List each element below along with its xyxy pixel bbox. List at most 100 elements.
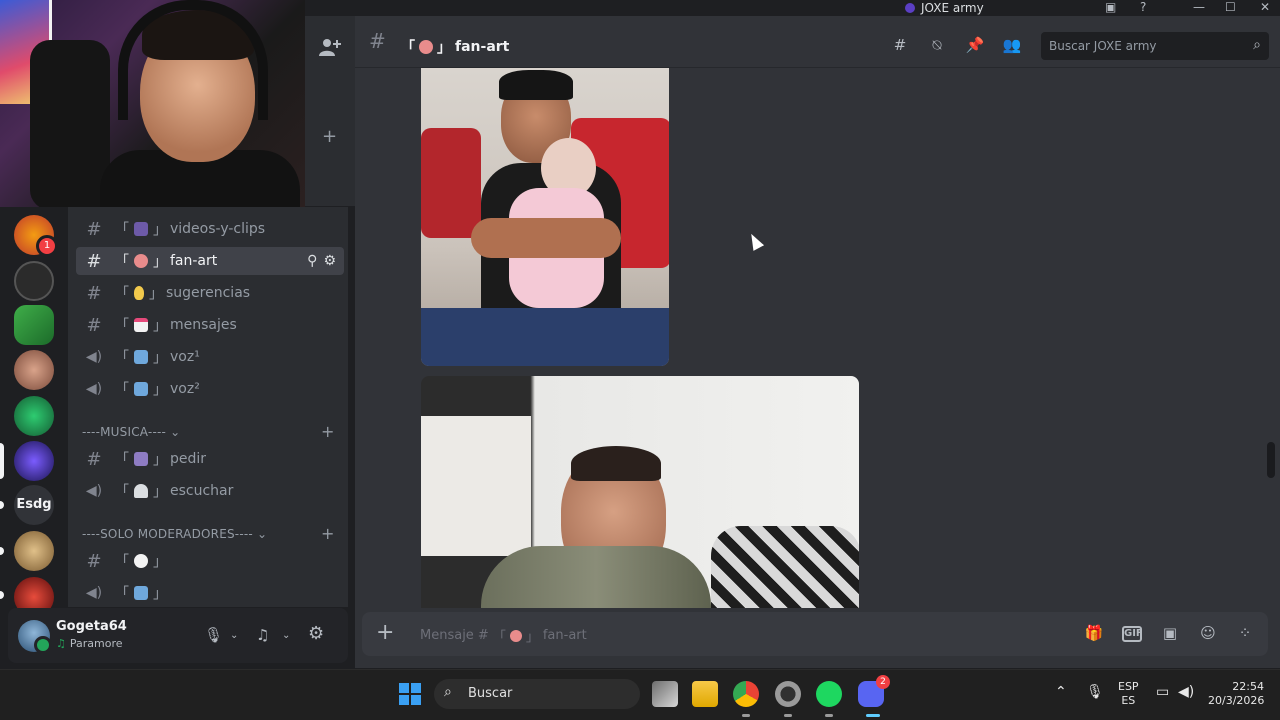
settings-gear-icon[interactable]: ⚙ bbox=[323, 253, 336, 269]
screen: JOXE army ▣ ? — ☐ ✕ + 1 Esdg # 「 」 video… bbox=[0, 0, 1280, 720]
inbox-icon[interactable]: ▣ bbox=[1105, 0, 1116, 14]
palette-icon bbox=[134, 254, 148, 268]
apps-icon[interactable]: ⁘ bbox=[1235, 624, 1255, 644]
channel-title: 「 」 fan-art bbox=[401, 39, 510, 56]
discord-icon[interactable]: 2 bbox=[858, 675, 890, 707]
windows-taskbar: ⌕ Buscar 2 ⌃ 🎙 ESP ES ▭ ◀) 22:54 20/3/20… bbox=[0, 669, 1280, 720]
task-view-icon[interactable] bbox=[652, 681, 678, 707]
upload-plus-icon[interactable]: + bbox=[376, 620, 394, 645]
discord-badge: 2 bbox=[876, 675, 890, 689]
category-solo-moderadores[interactable]: ----SOLO MODERADORES---- ⌄ bbox=[82, 527, 267, 541]
scrollbar[interactable] bbox=[1267, 442, 1275, 478]
settings-gear-icon[interactable]: ⚙ bbox=[308, 623, 324, 644]
server-rail: 1 Esdg bbox=[0, 207, 68, 617]
mouse-cursor bbox=[745, 231, 765, 251]
add-channel-icon[interactable]: + bbox=[321, 524, 334, 543]
taskbar-search[interactable]: ⌕ Buscar bbox=[434, 679, 640, 709]
username[interactable]: Gogeta64 bbox=[56, 619, 127, 634]
close-button[interactable]: ✕ bbox=[1260, 0, 1270, 14]
camo-shirt bbox=[481, 546, 711, 608]
chevron-down-icon[interactable]: ⌄ bbox=[230, 630, 238, 641]
message-input[interactable]: + Mensaje # 「 」 fan-art 🎁 GIF ▣ ☺ ⁘ bbox=[362, 612, 1268, 656]
channel-header: # 「 」 fan-art # ⍉ 📌 👥 Buscar JOXE army ⌕ bbox=[355, 16, 1280, 68]
network-icon[interactable]: ▭ bbox=[1156, 684, 1169, 700]
threads-icon[interactable]: # bbox=[890, 36, 910, 56]
server-icon-joxe-army[interactable] bbox=[14, 441, 54, 481]
server-icon[interactable]: 1 bbox=[14, 215, 58, 257]
channel-mod-text[interactable]: # 「 」 bbox=[76, 547, 344, 575]
maximize-button[interactable]: ☐ bbox=[1225, 0, 1236, 14]
sticker-icon[interactable]: ▣ bbox=[1160, 624, 1180, 644]
music-note-icon: ♫ bbox=[56, 637, 66, 650]
man-arm bbox=[471, 218, 621, 258]
channel-mensajes[interactable]: # 「 」 mensajes bbox=[76, 311, 344, 339]
server-logo-icon bbox=[905, 3, 915, 13]
file-explorer-icon[interactable] bbox=[692, 681, 718, 707]
text-channel-icon: # bbox=[86, 282, 102, 304]
voice-channel-icon: ◀) bbox=[85, 349, 103, 365]
server-icon[interactable] bbox=[14, 305, 54, 345]
pin-icon[interactable]: 📌 bbox=[965, 36, 985, 56]
webcam-overlay bbox=[0, 0, 305, 207]
server-icon[interactable] bbox=[14, 396, 54, 436]
voice-channel-icon: ◀) bbox=[85, 585, 103, 601]
member-list-icon[interactable]: 👥 bbox=[1002, 36, 1022, 56]
microphone-icon[interactable]: 🎙 bbox=[1086, 684, 1104, 700]
channel-mod-voice[interactable]: ◀) 「 」 bbox=[76, 579, 344, 607]
selected-server-pill bbox=[0, 443, 4, 479]
category-musica[interactable]: ----MUSICA---- ⌄ bbox=[82, 425, 180, 439]
gamepad-icon bbox=[134, 222, 148, 236]
running-indicator bbox=[825, 714, 833, 717]
channel-sidebar: # 「 」 videos-y-clips # 「 」 fan-art ⚲ ⚙ #… bbox=[68, 207, 348, 607]
channel-sugerencias[interactable]: # 「 」 sugerencias bbox=[76, 279, 344, 307]
avatar[interactable] bbox=[18, 620, 52, 654]
channel-voz-2[interactable]: ◀) 「 」 voz² bbox=[76, 375, 344, 403]
create-invite-icon[interactable]: ⚲ bbox=[307, 253, 317, 269]
text-channel-icon: # bbox=[86, 314, 102, 336]
server-esdg[interactable]: Esdg bbox=[14, 485, 54, 525]
white-box bbox=[421, 416, 531, 556]
gif-icon[interactable]: GIF bbox=[1122, 626, 1143, 642]
chrome-icon[interactable] bbox=[733, 681, 759, 707]
input-language[interactable]: ESP ES bbox=[1118, 680, 1139, 708]
windows-start-icon[interactable] bbox=[399, 683, 421, 705]
server-icon[interactable] bbox=[14, 350, 54, 390]
minimize-button[interactable]: — bbox=[1193, 0, 1205, 14]
man-hair bbox=[499, 70, 573, 100]
channel-videos-y-clips[interactable]: # 「 」 videos-y-clips bbox=[76, 215, 344, 243]
help-icon[interactable]: ? bbox=[1140, 0, 1146, 14]
channel-escuchar[interactable]: ◀) 「 」 escuchar bbox=[76, 477, 344, 505]
channel-fan-art[interactable]: # 「 」 fan-art ⚲ ⚙ bbox=[76, 247, 344, 275]
message-placeholder: Mensaje # 「 」 fan-art bbox=[420, 628, 587, 645]
jeans bbox=[421, 308, 669, 366]
emoji-icon[interactable]: ☺ bbox=[1198, 624, 1218, 644]
add-channel-icon[interactable]: + bbox=[321, 422, 334, 441]
microphone-icon[interactable]: 🎙 bbox=[204, 626, 223, 644]
add-member-icon[interactable] bbox=[318, 36, 342, 58]
channel-voz-1[interactable]: ◀) 「 」 voz¹ bbox=[76, 343, 344, 371]
speaker-icon bbox=[134, 586, 148, 600]
server-icon[interactable] bbox=[14, 531, 54, 571]
gaming-chair bbox=[30, 40, 110, 207]
search-icon: ⌕ bbox=[1253, 37, 1261, 53]
spotify-icon[interactable] bbox=[816, 681, 842, 707]
palette-icon bbox=[419, 40, 433, 54]
chevron-down-icon: ⌄ bbox=[256, 527, 268, 541]
fan-art-image[interactable] bbox=[421, 68, 669, 366]
server-icon[interactable] bbox=[14, 261, 54, 301]
chevron-down-icon[interactable]: ⌄ bbox=[282, 630, 290, 641]
add-channel-icon[interactable]: + bbox=[322, 126, 337, 147]
notification-bell-muted-icon[interactable]: ⍉ bbox=[927, 36, 947, 56]
chevron-up-icon[interactable]: ⌃ bbox=[1055, 684, 1067, 700]
volume-icon[interactable]: ◀) bbox=[1178, 684, 1194, 700]
fan-art-image[interactable] bbox=[421, 376, 859, 608]
gift-icon[interactable]: 🎁 bbox=[1084, 624, 1104, 644]
search-input[interactable]: Buscar JOXE army ⌕ bbox=[1041, 32, 1269, 60]
channel-pedir[interactable]: # 「 」 pedir bbox=[76, 445, 344, 473]
palette-icon bbox=[509, 629, 522, 642]
headphones-icon[interactable]: ♫ bbox=[256, 626, 269, 644]
clock[interactable]: 22:54 20/3/2026 bbox=[1208, 680, 1264, 708]
unread-pill bbox=[0, 501, 4, 509]
ear-icon bbox=[134, 286, 144, 300]
obs-icon[interactable] bbox=[775, 681, 801, 707]
